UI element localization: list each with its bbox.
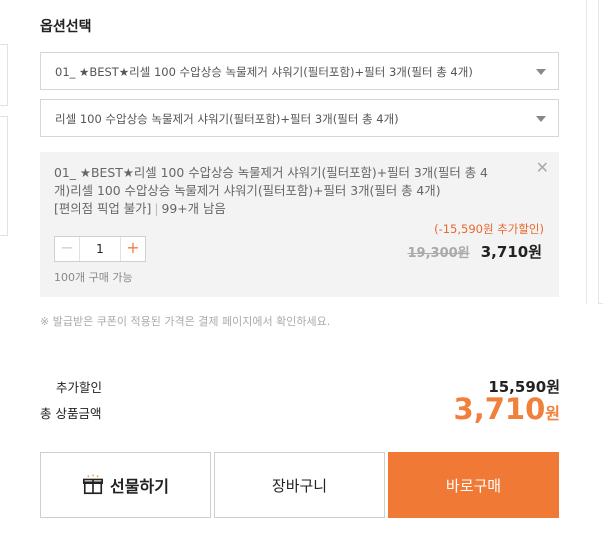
- buy-now-button[interactable]: 바로구매: [388, 452, 559, 518]
- quantity-stepper: − 1 +: [54, 236, 146, 262]
- action-buttons: 선물하기 장바구니 바로구매: [40, 452, 559, 518]
- chevron-down-icon: [536, 69, 546, 75]
- buy-now-button-label: 바로구매: [445, 476, 502, 495]
- quantity-minus-button[interactable]: −: [55, 237, 80, 261]
- extra-discount-label: 추가할인: [56, 380, 103, 395]
- selected-option-name: 01_ ★BEST★리셀 100 수압상승 녹물제거 샤워기(필터포함)+필터 …: [54, 165, 488, 216]
- total-price-number: 3,710: [453, 392, 546, 426]
- quantity-input[interactable]: 1: [80, 237, 120, 261]
- original-price: 19,300원: [407, 246, 470, 261]
- close-icon[interactable]: ✕: [536, 160, 549, 176]
- option-select-2-value: 리셀 100 수압상승 녹물제거 샤워기(필터포함)+필터 3개(필터 총 4개…: [55, 112, 399, 126]
- section-title: 옵션선택: [40, 19, 92, 35]
- delivery-note: [편의점 픽업 불가]: [54, 201, 152, 216]
- selected-option-title: 01_ ★BEST★리셀 100 수압상승 녹물제거 샤워기(필터포함)+필터 …: [54, 165, 488, 198]
- coupon-notice: ※ 발급받은 쿠폰이 적용된 가격은 결제 페이지에서 확인하세요.: [40, 315, 331, 328]
- chevron-down-icon: [536, 116, 546, 122]
- option-discount: (-15,590원 추가할인): [434, 222, 544, 236]
- total-price-label: 총 상품금액: [40, 406, 102, 421]
- selected-option-box: 01_ ★BEST★리셀 100 수압상승 녹물제거 샤워기(필터포함)+필터 …: [40, 152, 559, 297]
- option-select-1-value: 01_ ★BEST★리셀 100 수압상승 녹물제거 샤워기(필터포함)+필터 …: [55, 65, 473, 79]
- cart-button[interactable]: 장바구니: [214, 452, 385, 518]
- gift-button-label: 선물하기: [110, 477, 169, 496]
- total-price: 3,710원: [454, 392, 560, 426]
- cart-button-label: 장바구니: [271, 476, 328, 495]
- option-price: 3,710원: [480, 243, 542, 261]
- option-price-row: 19,300원 3,710원: [408, 241, 542, 262]
- total-price-unit: 원: [545, 404, 560, 423]
- option-select-2[interactable]: 리셀 100 수압상승 녹물제거 샤워기(필터포함)+필터 3개(필터 총 4개…: [40, 99, 559, 137]
- option-select-1[interactable]: 01_ ★BEST★리셀 100 수압상승 녹물제거 샤워기(필터포함)+필터 …: [40, 52, 559, 90]
- stock-status: 99+개 남음: [161, 201, 226, 216]
- gift-icon: [83, 474, 104, 495]
- right-divider: [586, 0, 587, 304]
- left-panel-edge-bottom: [0, 116, 8, 236]
- purchase-limit: 100개 구매 가능: [54, 271, 133, 284]
- right-panel-edge: [598, 0, 603, 304]
- gift-button[interactable]: 선물하기: [40, 452, 211, 518]
- quantity-plus-button[interactable]: +: [120, 237, 145, 261]
- left-panel-edge-top: [0, 44, 8, 106]
